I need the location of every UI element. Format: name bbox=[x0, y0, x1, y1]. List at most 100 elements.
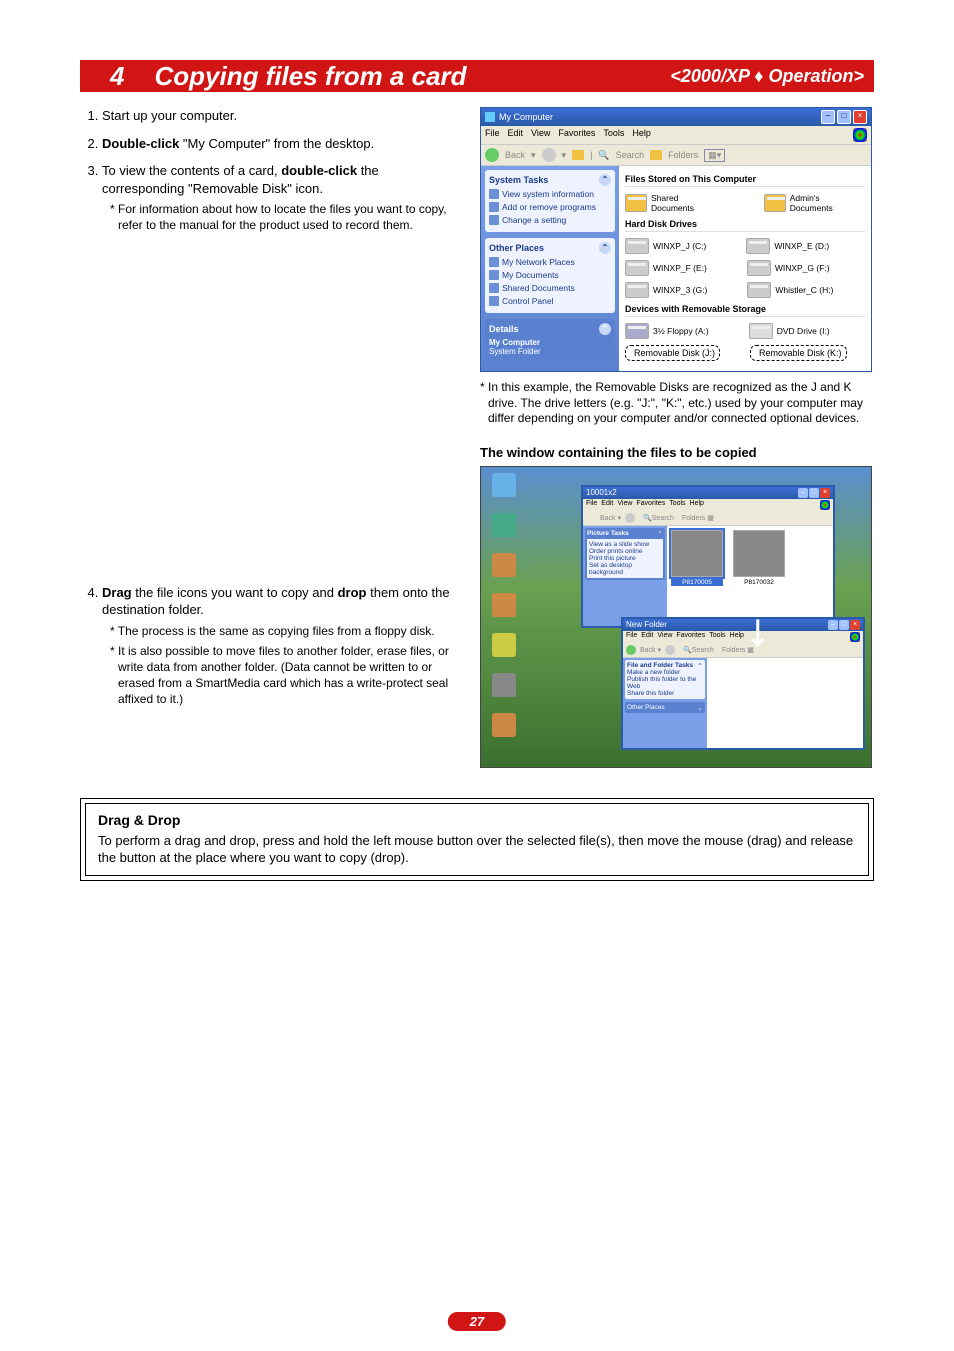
step-3-a: To view the contents of a card, bbox=[102, 163, 281, 178]
details-type: System Folder bbox=[489, 347, 611, 356]
drag-drop-box: Drag & Drop To perform a drag and drop, … bbox=[80, 798, 874, 881]
close-button[interactable]: × bbox=[820, 488, 830, 498]
tasks-sidebar: System Tasks ⌃ View system information Ad… bbox=[481, 166, 619, 371]
desktop-icon[interactable] bbox=[487, 473, 521, 499]
menu-help[interactable]: Help bbox=[690, 500, 704, 510]
network-places-link[interactable]: My Network Places bbox=[489, 257, 611, 267]
task-link[interactable]: Share this folder bbox=[627, 690, 703, 697]
views-button[interactable]: ▦▾ bbox=[704, 149, 725, 162]
desktop-icon[interactable] bbox=[487, 593, 521, 619]
window-title: My Computer bbox=[499, 112, 553, 122]
search-button[interactable]: Search bbox=[616, 150, 645, 160]
drive-f[interactable]: WINXP_G (F:) bbox=[747, 260, 830, 276]
back-label[interactable]: Back bbox=[505, 150, 525, 160]
minimize-button[interactable]: – bbox=[821, 110, 835, 124]
files-stored-header: Files Stored on This Computer bbox=[625, 174, 865, 187]
add-remove-programs-link[interactable]: Add or remove programs bbox=[489, 202, 611, 212]
task-link[interactable]: Make a new folder bbox=[627, 669, 703, 676]
task-link[interactable]: Set as desktop background bbox=[589, 562, 661, 576]
menu-file[interactable]: File bbox=[626, 632, 637, 642]
menu-view[interactable]: View bbox=[617, 500, 632, 510]
menu-favorites[interactable]: Favorites bbox=[676, 632, 705, 642]
menu-view[interactable]: View bbox=[531, 128, 550, 142]
close-button[interactable]: × bbox=[853, 110, 867, 124]
drive-h[interactable]: Whistler_C (H:) bbox=[747, 282, 833, 298]
menu-favorites[interactable]: Favorites bbox=[636, 500, 665, 510]
menu-file[interactable]: File bbox=[586, 500, 597, 510]
folders-button[interactable]: Folders bbox=[668, 150, 698, 160]
change-setting-link[interactable]: Change a setting bbox=[489, 215, 611, 225]
window-titlebar[interactable]: My Computer – □ × bbox=[481, 108, 871, 126]
system-tasks-title: System Tasks bbox=[489, 175, 548, 185]
close-button[interactable]: × bbox=[850, 620, 860, 630]
desktop-icons bbox=[487, 473, 521, 739]
back-icon[interactable] bbox=[485, 148, 499, 162]
other-places-title: Other Places bbox=[627, 704, 665, 711]
desktop-icon[interactable] bbox=[487, 513, 521, 539]
section-context: <2000/XP ♦ Operation> bbox=[670, 66, 864, 87]
menu-tools[interactable]: Tools bbox=[669, 500, 685, 510]
step-4-note1: * The process is the same as copying fil… bbox=[110, 623, 460, 639]
picture-tasks-title: Picture Tasks bbox=[587, 530, 629, 537]
screenshots-column: My Computer – □ × File Edit View Favorit… bbox=[480, 107, 874, 768]
step-3-note: * For information about how to locate th… bbox=[110, 201, 460, 233]
step-4-drag: Drag bbox=[102, 585, 132, 600]
control-panel-link[interactable]: Control Panel bbox=[489, 296, 611, 306]
minimize-button[interactable]: – bbox=[798, 488, 808, 498]
menu-view[interactable]: View bbox=[657, 632, 672, 642]
section-title: Copying files from a card bbox=[154, 61, 670, 92]
drag-drop-title: Drag & Drop bbox=[98, 812, 856, 828]
file-folder-tasks-title: File and Folder Tasks bbox=[627, 662, 693, 669]
task-link[interactable]: Print this picture bbox=[589, 555, 661, 562]
task-link[interactable]: Publish this folder to the Web bbox=[627, 676, 703, 690]
collapse-icon[interactable]: ⌃ bbox=[599, 242, 611, 254]
menu-favorites[interactable]: Favorites bbox=[558, 128, 595, 142]
maximize-button[interactable]: □ bbox=[809, 488, 819, 498]
window-icon bbox=[485, 112, 495, 122]
menu-help[interactable]: Help bbox=[632, 128, 651, 142]
drive-d[interactable]: WINXP_E (D:) bbox=[746, 238, 829, 254]
windows-logo-icon bbox=[853, 128, 867, 142]
menu-edit[interactable]: Edit bbox=[601, 500, 613, 510]
view-system-info-link[interactable]: View system information bbox=[489, 189, 611, 199]
image-file-selected[interactable]: P8170005 bbox=[671, 530, 723, 622]
windows-logo-icon bbox=[820, 500, 830, 510]
maximize-button[interactable]: □ bbox=[839, 620, 849, 630]
shared-documents-link[interactable]: Shared Documents bbox=[489, 283, 611, 293]
desktop-icon[interactable] bbox=[487, 673, 521, 699]
page: 4 Copying files from a card <2000/XP ♦ O… bbox=[0, 0, 954, 1351]
drive-listing: Files Stored on This Computer Shared Doc… bbox=[619, 166, 871, 371]
forward-icon[interactable] bbox=[542, 148, 556, 162]
menu-tools[interactable]: Tools bbox=[709, 632, 725, 642]
desktop-icon[interactable] bbox=[487, 553, 521, 579]
up-folder-icon[interactable] bbox=[572, 150, 584, 160]
menu-edit[interactable]: Edit bbox=[641, 632, 653, 642]
dvd-drive[interactable]: DVD Drive (I:) bbox=[749, 323, 830, 339]
desktop-icon[interactable] bbox=[487, 633, 521, 659]
task-link[interactable]: View as a slide show bbox=[589, 541, 661, 548]
source-folder-window: 10001x2–□× File Edit View Favorites Tool… bbox=[581, 485, 835, 628]
drive-g[interactable]: WINXP_3 (G:) bbox=[625, 282, 707, 298]
folders-icon[interactable] bbox=[650, 150, 662, 160]
my-documents-link[interactable]: My Documents bbox=[489, 270, 611, 280]
drive-c[interactable]: WINXP_J (C:) bbox=[625, 238, 706, 254]
image-file[interactable]: P8170032 bbox=[733, 530, 785, 622]
details-panel: Details⌃ My Computer System Folder bbox=[485, 319, 615, 360]
collapse-icon[interactable]: ⌃ bbox=[599, 174, 611, 186]
step-2: Double-click "My Computer" from the desk… bbox=[102, 135, 460, 153]
removable-disk-k[interactable]: Removable Disk (K:) bbox=[750, 345, 847, 361]
collapse-icon[interactable]: ⌃ bbox=[599, 323, 611, 335]
menu-tools[interactable]: Tools bbox=[603, 128, 624, 142]
admin-documents-folder[interactable]: Admin's Documents bbox=[764, 193, 865, 213]
floppy-drive[interactable]: 3½ Floppy (A:) bbox=[625, 323, 709, 339]
drive-e[interactable]: WINXP_F (E:) bbox=[625, 260, 707, 276]
maximize-button[interactable]: □ bbox=[837, 110, 851, 124]
menu-file[interactable]: File bbox=[485, 128, 500, 142]
removable-disk-j[interactable]: Removable Disk (J:) bbox=[625, 345, 720, 361]
menu-edit[interactable]: Edit bbox=[508, 128, 524, 142]
desktop-icon[interactable] bbox=[487, 713, 521, 739]
shared-documents-folder[interactable]: Shared Documents bbox=[625, 193, 724, 213]
content-columns: Start up your computer. Double-click "My… bbox=[80, 107, 874, 768]
minimize-button[interactable]: – bbox=[828, 620, 838, 630]
task-link[interactable]: Order prints online bbox=[589, 548, 661, 555]
